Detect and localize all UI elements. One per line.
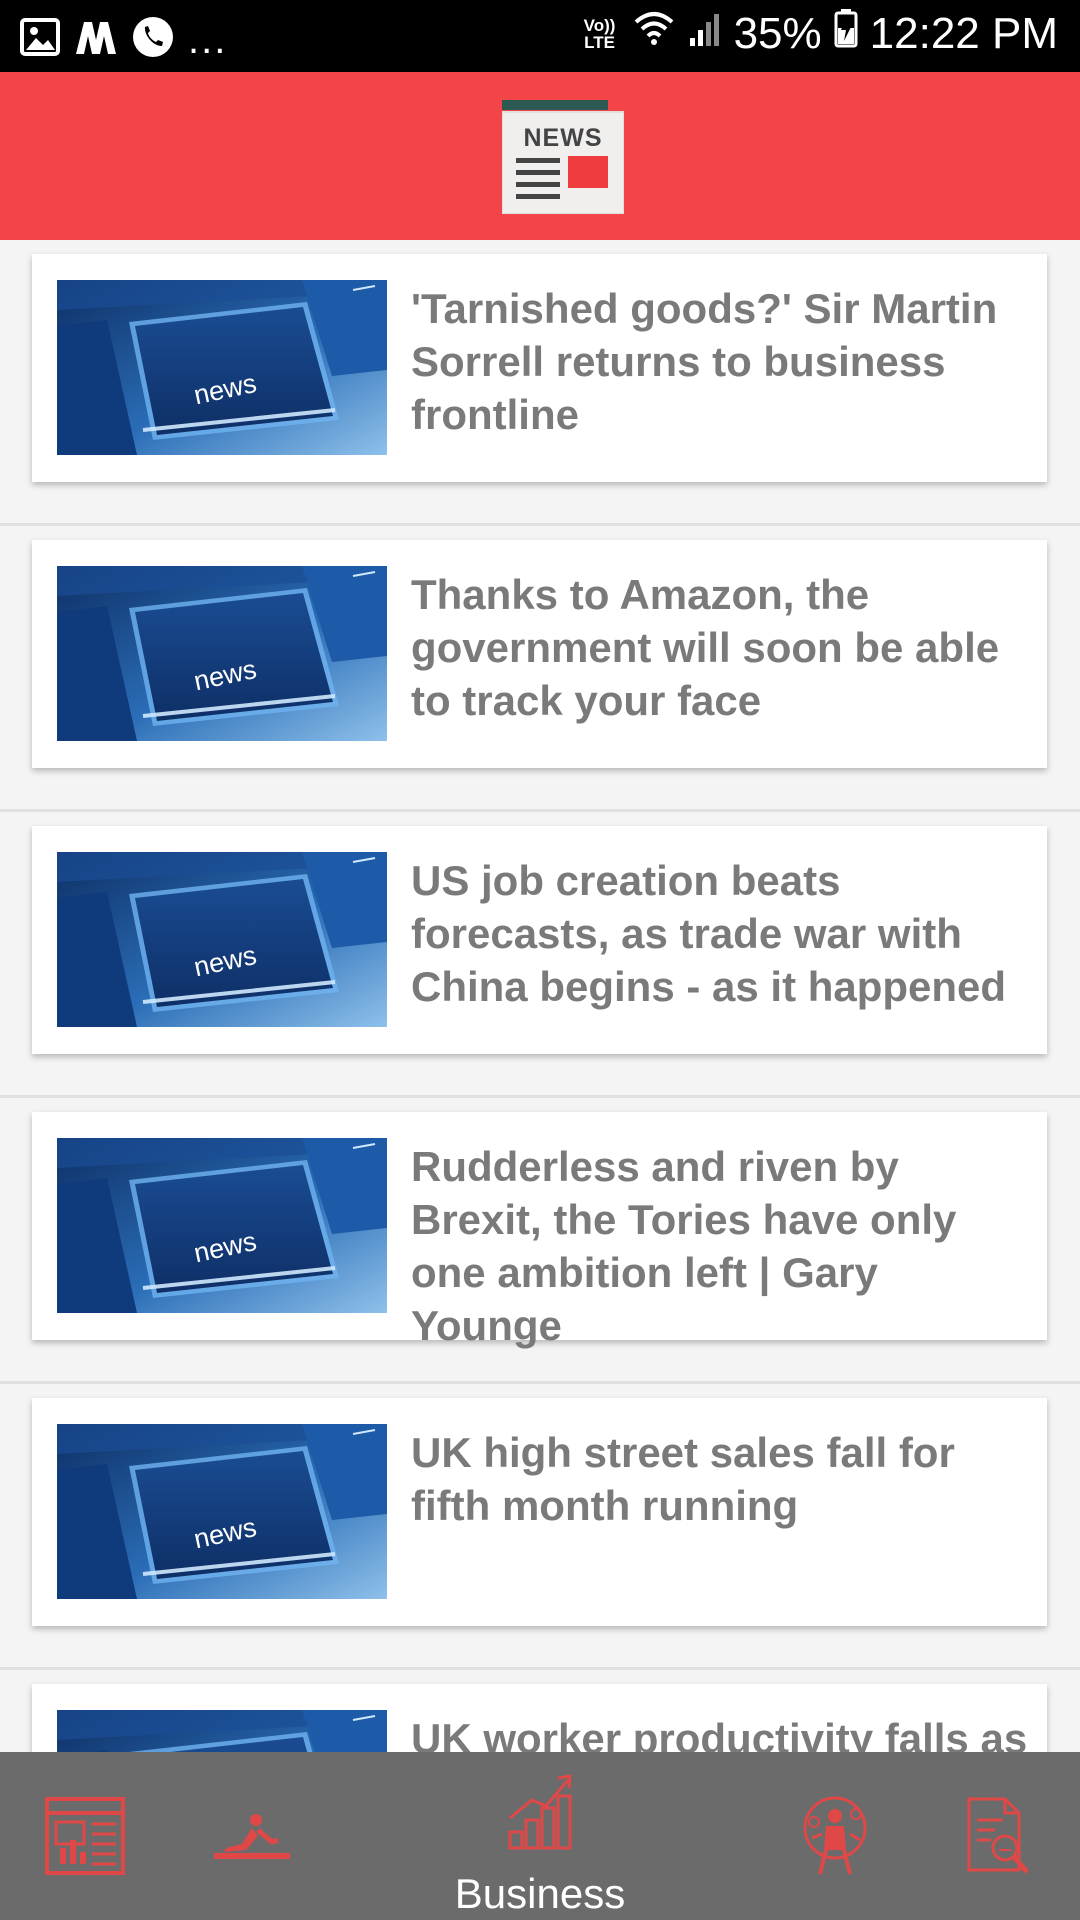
bar-chart-growth-icon (508, 1774, 572, 1850)
article-title: Thanks to Amazon, the government will so… (411, 571, 1000, 724)
article-title: UK high street sales fall for fifth mont… (411, 1429, 955, 1529)
image-icon (20, 18, 60, 61)
article-card[interactable]: news UK worker productivity falls as (32, 1684, 1047, 1752)
bottom-navigation: Business (0, 1752, 1080, 1920)
list-item: news UK high street sales fall for fifth… (0, 1384, 1080, 1670)
app-header: NEWS (0, 72, 1080, 240)
nav-item-news[interactable] (20, 1752, 150, 1920)
article-card[interactable]: news US job creation beats forecasts, as… (32, 826, 1047, 1054)
volte-indicator: Vo)) LTE (583, 15, 616, 52)
newspaper-icon (45, 1797, 125, 1875)
article-thumbnail: news (57, 566, 387, 741)
science-person-icon (803, 1796, 867, 1875)
wifi-icon (632, 8, 676, 59)
list-item: news Rudderless and riven by Brexit, the… (0, 1098, 1080, 1384)
article-title: UK worker productivity falls as (411, 1715, 1028, 1752)
article-thumbnail: news (57, 852, 387, 1027)
article-thumbnail: news (57, 1424, 387, 1599)
article-card[interactable]: news Thanks to Amazon, the government wi… (32, 540, 1047, 768)
article-thumbnail: news (57, 1138, 387, 1313)
nav-label-business: Business (454, 1870, 626, 1917)
m-app-icon (74, 18, 118, 61)
nav-item-science[interactable] (770, 1752, 900, 1920)
article-title: Rudderless and riven by Brexit, the Tori… (411, 1143, 957, 1349)
battery-percent: 35% (733, 8, 822, 58)
article-title: US job creation beats forecasts, as trad… (411, 857, 1007, 1010)
article-card[interactable]: news 'Tarnished goods?' Sir Martin Sorre… (32, 254, 1047, 482)
article-card[interactable]: news Rudderless and riven by Brexit, the… (32, 1112, 1047, 1349)
list-item: news 'Tarnished goods?' Sir Martin Sorre… (0, 240, 1080, 526)
status-left-icons: ... (20, 16, 227, 63)
list-item: news US job creation beats forecasts, as… (0, 812, 1080, 1098)
overflow-indicator: ... (188, 17, 228, 62)
nav-item-lifestyle[interactable] (190, 1752, 320, 1920)
document-search-icon (967, 1797, 1029, 1874)
news-logo: NEWS (502, 100, 624, 214)
logo-text: NEWS (524, 124, 603, 152)
nav-item-search[interactable] (935, 1752, 1065, 1920)
article-card[interactable]: news UK high street sales fall for fifth… (32, 1398, 1047, 1626)
article-title: 'Tarnished goods?' Sir Martin Sorrell re… (411, 285, 998, 438)
signal-icon (688, 9, 722, 59)
phone-icon (132, 16, 174, 63)
status-right: Vo)) LTE 35% 12:22 PM (580, 8, 1058, 59)
relax-person-icon (214, 1814, 290, 1859)
article-feed[interactable]: news 'Tarnished goods?' Sir Martin Sorre… (0, 240, 1080, 1752)
clock: 12:22 PM (869, 8, 1058, 58)
list-item: news Thanks to Amazon, the government wi… (0, 526, 1080, 812)
article-thumbnail: news (57, 1710, 387, 1752)
battery-charging-icon (834, 8, 858, 59)
list-item: news UK worker productivity falls as (0, 1670, 1080, 1752)
status-bar: ... Vo)) LTE 35% 12:22 PM (0, 0, 1080, 72)
nav-item-business[interactable]: Business (400, 1752, 680, 1920)
article-thumbnail: news (57, 280, 387, 455)
